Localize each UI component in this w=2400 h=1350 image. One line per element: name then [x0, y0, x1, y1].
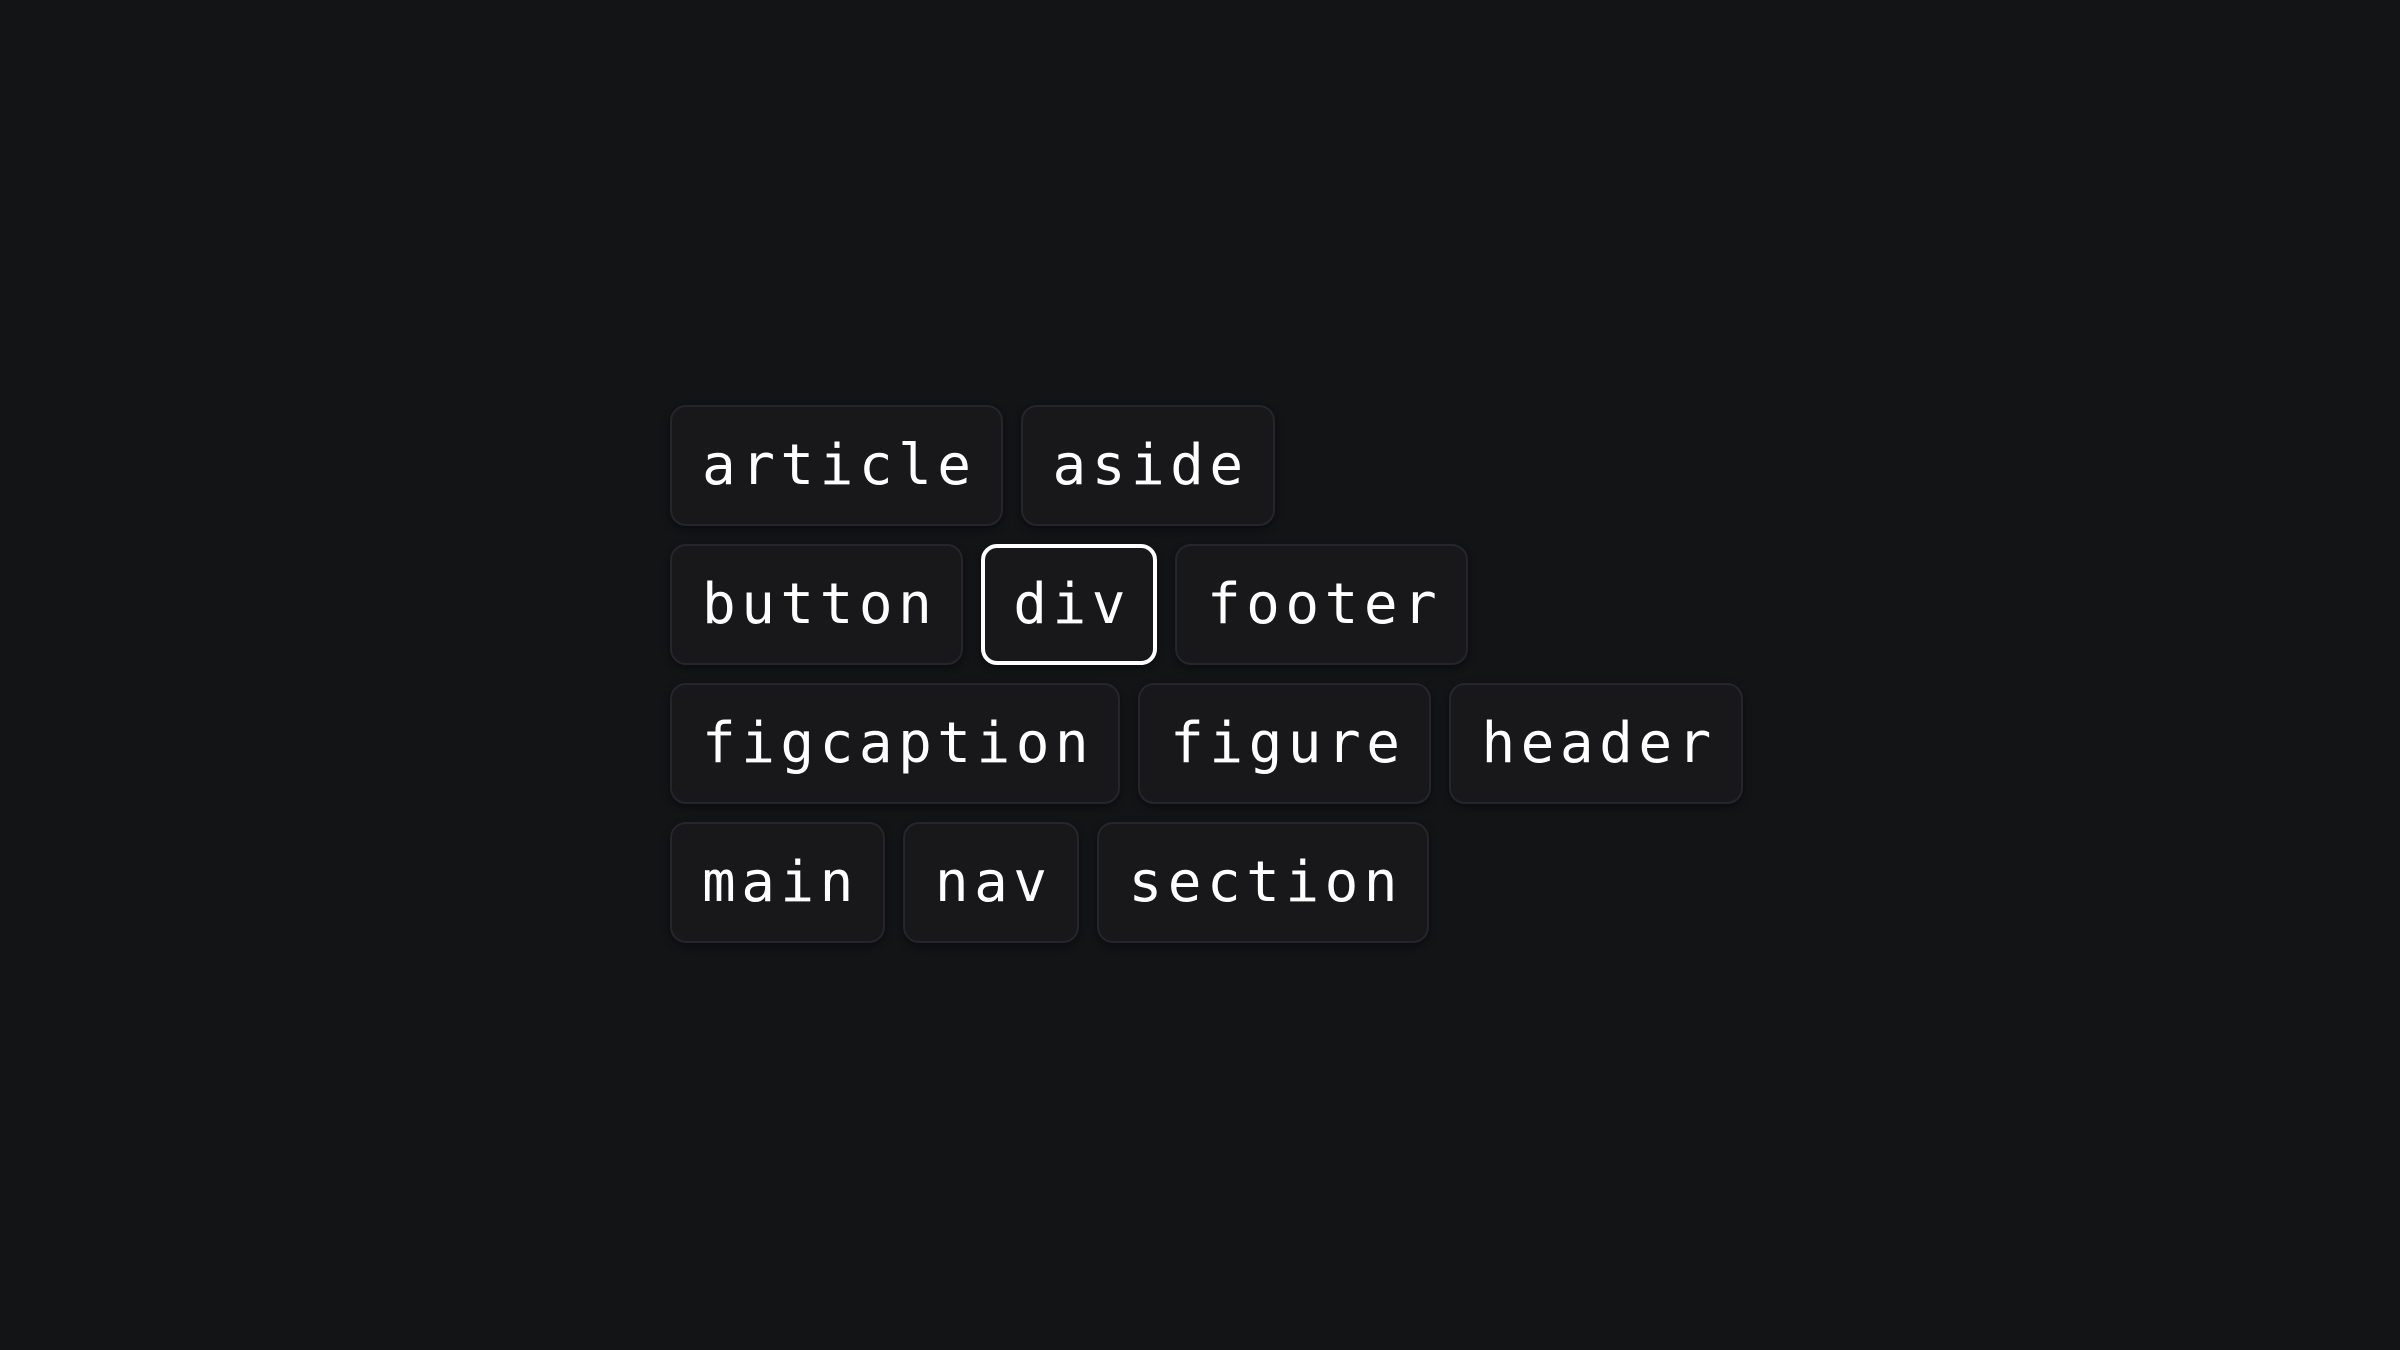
tag-aside[interactable]: aside — [1020, 405, 1275, 526]
tag-footer[interactable]: footer — [1174, 544, 1469, 665]
tag-button[interactable]: button — [670, 544, 964, 665]
tag-row-1: article aside — [670, 405, 1743, 526]
html-tag-list: article aside button div footer figcapti… — [670, 405, 1743, 943]
tag-figure[interactable]: figure — [1138, 683, 1432, 804]
tag-figcaption[interactable]: figcaption — [670, 683, 1121, 804]
tag-row-2: button div footer — [670, 544, 1743, 665]
tag-div-selected[interactable]: div — [981, 544, 1157, 665]
tag-main[interactable]: main — [670, 822, 885, 943]
tag-section[interactable]: section — [1096, 822, 1430, 943]
tag-nav[interactable]: nav — [902, 822, 1079, 943]
tag-article[interactable]: article — [670, 405, 1003, 526]
tag-header[interactable]: header — [1449, 683, 1743, 804]
tag-row-3: figcaption figure header — [670, 683, 1743, 804]
tag-row-4: main nav section — [670, 822, 1743, 943]
